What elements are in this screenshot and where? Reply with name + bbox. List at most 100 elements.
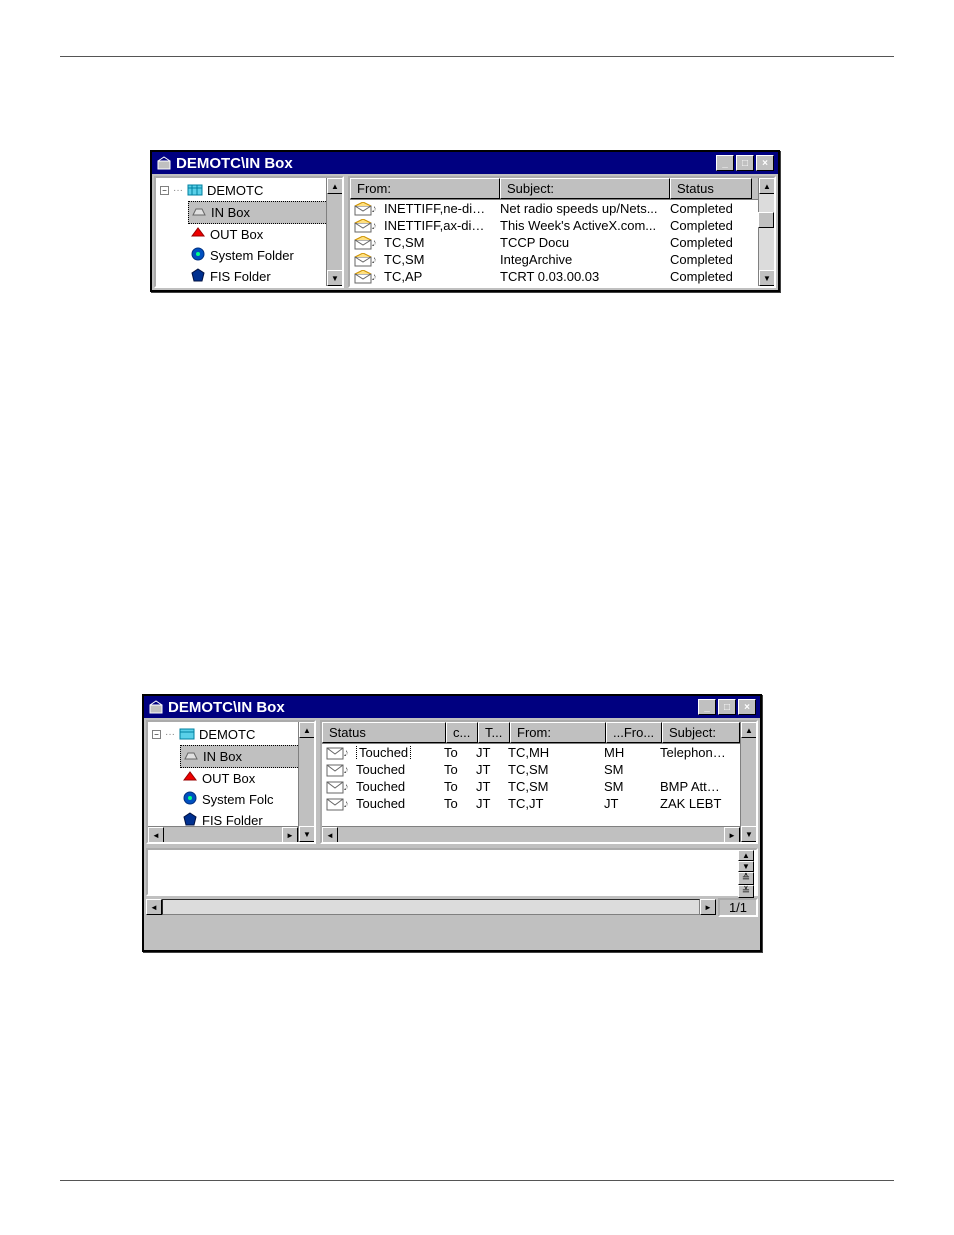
message-open-icon: 𝆕 bbox=[350, 269, 378, 284]
message-list[interactable]: Status c... T... From: ...Fro... Subject… bbox=[320, 720, 758, 844]
cell-subject: TCRT 0.03.00.03 bbox=[494, 269, 664, 284]
collapse-icon[interactable]: − bbox=[160, 186, 169, 195]
column-subject[interactable]: Subject: bbox=[500, 178, 670, 199]
message-open-icon: 𝆕 bbox=[350, 235, 378, 250]
message-open-icon: 𝆕 bbox=[350, 218, 378, 233]
cell-from: INETTIFF,ne-dis... bbox=[378, 201, 494, 216]
preview-pane: ▲ ▼ ≙ ≚ bbox=[146, 848, 758, 896]
list-row[interactable]: 𝆕TouchedToJTTC,MHMHTelephonna bbox=[322, 744, 756, 761]
tree-root-icon bbox=[187, 181, 203, 200]
cell-c: To bbox=[438, 745, 470, 760]
cell-c: To bbox=[438, 762, 470, 777]
message-closed-icon: 𝆕 bbox=[322, 796, 350, 811]
cell-fro: JT bbox=[598, 796, 654, 811]
cell-fro: SM bbox=[598, 762, 654, 777]
collapse-icon[interactable]: − bbox=[152, 730, 161, 739]
scroll-left-button[interactable]: ◄ bbox=[146, 899, 162, 915]
scroll-up-button[interactable]: ▲ bbox=[299, 722, 315, 738]
cell-from: INETTIFF,ax-dis... bbox=[378, 218, 494, 233]
message-list[interactable]: From: Subject: Status 𝆕INETTIFF,ne-dis..… bbox=[348, 176, 776, 288]
list-row[interactable]: 𝆕TC,SMIntegArchiveCompleted bbox=[350, 251, 774, 268]
message-closed-icon: 𝆕 bbox=[322, 745, 350, 760]
inbox-icon bbox=[183, 747, 199, 766]
list-row[interactable]: 𝆕TouchedToJTTC,JTJTZAK LEBT bbox=[322, 795, 756, 812]
tree-node-label[interactable]: System Folc bbox=[202, 792, 274, 807]
scroll-down-button[interactable]: ▼ bbox=[738, 861, 754, 872]
column-status[interactable]: Status bbox=[670, 178, 752, 199]
app-icon bbox=[156, 155, 172, 171]
minimize-button[interactable]: _ bbox=[698, 699, 716, 715]
tree-node-label[interactable]: OUT Box bbox=[210, 227, 263, 242]
column-fro[interactable]: ...Fro... bbox=[606, 722, 662, 743]
cell-subject: ZAK LEBT bbox=[654, 796, 732, 811]
tree-root-icon bbox=[179, 725, 195, 744]
list-row[interactable]: 𝆕INETTIFF,ax-dis...This Week's ActiveX.c… bbox=[350, 217, 774, 234]
list-row[interactable]: 𝆕TC,SMTCCP DocuCompleted bbox=[350, 234, 774, 251]
tree-node-label: DEMOTC bbox=[207, 183, 263, 198]
tree-node-label[interactable]: IN Box bbox=[211, 205, 250, 220]
scroll-down-button[interactable]: ▼ bbox=[299, 826, 315, 842]
scroll-left-button[interactable]: ◄ bbox=[148, 827, 164, 843]
scroll-up-button[interactable]: ▲ bbox=[741, 722, 757, 738]
scroll-right-button[interactable]: ► bbox=[282, 827, 298, 843]
collapse-down-button[interactable]: ≚ bbox=[738, 885, 754, 898]
tree-node-label[interactable]: OUT Box bbox=[202, 771, 255, 786]
scroll-down-button[interactable]: ▼ bbox=[741, 826, 757, 842]
cell-c: To bbox=[438, 779, 470, 794]
system-folder-icon bbox=[182, 790, 198, 809]
cell-status: Touched bbox=[350, 762, 438, 777]
scroll-down-button[interactable]: ▼ bbox=[327, 270, 343, 286]
outbox-icon bbox=[182, 769, 198, 788]
minimize-button[interactable]: _ bbox=[716, 155, 734, 171]
cell-t: JT bbox=[470, 762, 502, 777]
tree-node-label[interactable]: FIS Folder bbox=[210, 269, 271, 284]
cell-subject bbox=[654, 762, 732, 777]
column-from[interactable]: From: bbox=[510, 722, 606, 743]
tree-node-label[interactable]: IN Box bbox=[203, 749, 242, 764]
outbox-icon bbox=[190, 225, 206, 244]
list-row[interactable]: 𝆕TouchedToJTTC,SMSM bbox=[322, 761, 756, 778]
cell-status: Completed bbox=[664, 269, 746, 284]
list-row[interactable]: 𝆕TC,APTCRT 0.03.00.03Completed bbox=[350, 268, 774, 285]
list-row[interactable]: 𝆕INETTIFF,ne-dis...Net radio speeds up/N… bbox=[350, 200, 774, 217]
cell-subject: Telephonna bbox=[654, 745, 732, 760]
scroll-left-button[interactable]: ◄ bbox=[322, 827, 338, 843]
column-c[interactable]: c... bbox=[446, 722, 478, 743]
cell-status: Touched bbox=[350, 796, 438, 811]
cell-from: TC,SM bbox=[378, 235, 494, 250]
scroll-up-button[interactable]: ▲ bbox=[738, 850, 754, 861]
window-title: DEMOTC\IN Box bbox=[168, 699, 285, 716]
column-subject[interactable]: Subject: bbox=[662, 722, 740, 743]
cell-from: TC,MH bbox=[502, 745, 598, 760]
cell-from: TC,SM bbox=[502, 779, 598, 794]
cell-status: Touched bbox=[350, 745, 438, 760]
window-title: DEMOTC\IN Box bbox=[176, 155, 293, 172]
column-status[interactable]: Status bbox=[322, 722, 446, 743]
cell-subject: This Week's ActiveX.com... bbox=[494, 218, 664, 233]
list-row[interactable]: 𝆕TouchedToJTTC,SMSMBMP Attach bbox=[322, 778, 756, 795]
cell-status: Touched bbox=[350, 779, 438, 794]
scroll-down-button[interactable]: ▼ bbox=[759, 270, 775, 286]
cell-fro: MH bbox=[598, 745, 654, 760]
tree-node-label[interactable]: System Folder bbox=[210, 248, 294, 263]
scroll-right-button[interactable]: ► bbox=[700, 899, 716, 915]
column-from[interactable]: From: bbox=[350, 178, 500, 199]
cell-status: Completed bbox=[664, 252, 746, 267]
cell-status: Completed bbox=[664, 201, 746, 216]
collapse-up-button[interactable]: ≙ bbox=[738, 872, 754, 885]
scroll-right-button[interactable]: ► bbox=[724, 827, 740, 843]
cell-status: Completed bbox=[664, 235, 746, 250]
column-t[interactable]: T... bbox=[478, 722, 510, 743]
app-icon bbox=[148, 699, 164, 715]
folder-tree[interactable]: − ··· DEMOTC IN Box OUT Box bbox=[154, 176, 344, 288]
scroll-track[interactable] bbox=[162, 899, 700, 915]
close-button[interactable]: × bbox=[756, 155, 774, 171]
scroll-thumb[interactable] bbox=[758, 212, 774, 228]
scroll-up-button[interactable]: ▲ bbox=[327, 178, 343, 194]
maximize-button[interactable]: □ bbox=[736, 155, 754, 171]
scroll-up-button[interactable]: ▲ bbox=[759, 178, 775, 194]
cell-subject: TCCP Docu bbox=[494, 235, 664, 250]
close-button[interactable]: × bbox=[738, 699, 756, 715]
folder-tree[interactable]: − ··· DEMOTC IN Box OUT Box bbox=[146, 720, 316, 844]
maximize-button[interactable]: □ bbox=[718, 699, 736, 715]
